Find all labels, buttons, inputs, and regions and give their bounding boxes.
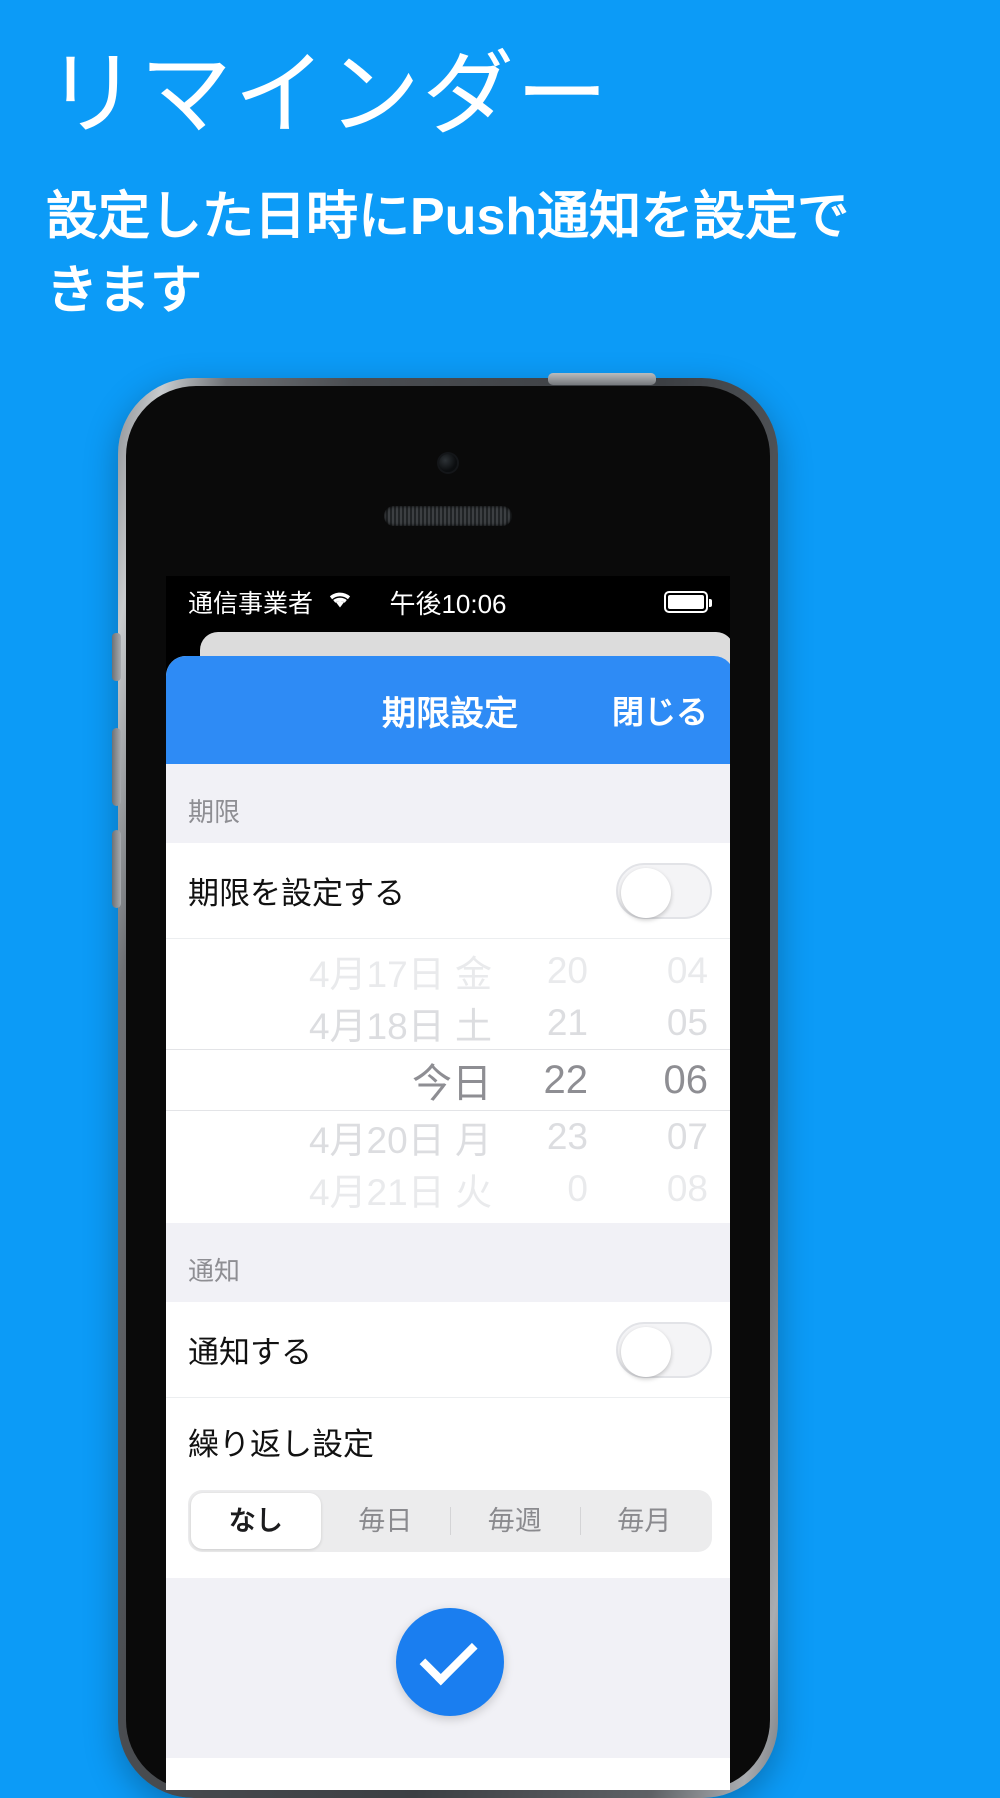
picker-date: 4月20日 月 (308, 1120, 492, 1161)
carrier-label: 通信事業者 (188, 590, 314, 618)
phone-bezel: 通信事業者 午後10:06 期限設定 閉じる 期限 期限を設定する 4月17日 … (126, 386, 770, 1790)
picker-minute: 05 (666, 1002, 708, 1043)
picker-date: 4月21日 火 (308, 1172, 492, 1213)
silent-switch[interactable] (112, 633, 121, 681)
picker-hour: 20 (546, 950, 588, 991)
picker-row[interactable]: 4月17日 金 20 04 (166, 945, 730, 997)
promo-header: リマインダー 設定した日時にPush通知を設定できます (0, 0, 1000, 329)
earpiece-speaker (384, 506, 512, 526)
picker-row[interactable]: 4月20日 月 23 07 (166, 1111, 730, 1163)
toggle-set-deadline[interactable] (616, 862, 712, 919)
deadline-sheet: 期限設定 閉じる 期限 期限を設定する 4月17日 金 20 04 4月18日 … (166, 656, 730, 1790)
check-icon (419, 1627, 478, 1686)
date-time-picker[interactable]: 4月17日 金 20 04 4月18日 土 21 05 今日 22 06 4月2… (166, 939, 730, 1223)
status-bar-left: 通信事業者 (188, 584, 355, 620)
segment-weekly[interactable]: 毎週 (450, 1493, 580, 1549)
toggle-knob (621, 867, 671, 918)
status-bar-right (664, 591, 712, 613)
picker-hour: 22 (543, 1057, 589, 1102)
section-header-deadline: 期限 (166, 764, 730, 843)
picker-minute: 04 (666, 950, 708, 991)
status-bar: 通信事業者 午後10:06 (166, 576, 730, 628)
row-label-notify: 通知する (188, 1335, 312, 1370)
picker-date: 4月17日 金 (308, 954, 492, 995)
segment-none[interactable]: なし (191, 1493, 321, 1549)
section-header-notify: 通知 (166, 1223, 730, 1302)
picker-date: 今日 (412, 1062, 492, 1106)
page-subtitle: 設定した日時にPush通知を設定できます (46, 188, 850, 320)
battery-icon (664, 591, 712, 613)
picker-date: 4月18日 土 (308, 1006, 492, 1047)
close-button[interactable]: 閉じる (612, 687, 708, 733)
picker-minute: 08 (666, 1168, 708, 1209)
segment-daily[interactable]: 毎日 (321, 1493, 451, 1549)
toggle-knob (621, 1326, 671, 1377)
wifi-icon (325, 588, 355, 617)
volume-down-button[interactable] (112, 830, 121, 908)
picker-minute: 07 (666, 1116, 708, 1157)
power-button[interactable] (548, 373, 656, 385)
row-label-repeat: 繰り返し設定 (188, 1426, 374, 1462)
segment-monthly[interactable]: 毎月 (579, 1493, 710, 1549)
phone-mockup: 通信事業者 午後10:06 期限設定 閉じる 期限 期限を設定する 4月17日 … (112, 373, 778, 1798)
picker-row[interactable]: 4月21日 火 0 08 (166, 1163, 730, 1215)
volume-up-button[interactable] (112, 728, 121, 806)
picker-hour: 21 (546, 1002, 588, 1043)
page-title: リマインダー (46, 44, 611, 146)
picker-hour: 0 (567, 1168, 588, 1209)
phone-screen: 通信事業者 午後10:06 期限設定 閉じる 期限 期限を設定する 4月17日 … (166, 576, 730, 1790)
toggle-notify[interactable] (616, 1321, 712, 1378)
sheet-header: 期限設定 閉じる (166, 656, 730, 764)
sheet-footer (166, 1578, 730, 1758)
picker-row[interactable]: 4月18日 土 21 05 (166, 997, 730, 1049)
front-camera-icon (439, 454, 457, 472)
row-set-deadline[interactable]: 期限を設定する (166, 843, 730, 939)
row-repeat: 繰り返し設定 (166, 1398, 730, 1484)
repeat-segmented-control[interactable]: なし 毎日 毎週 毎月 (188, 1490, 712, 1552)
row-notify[interactable]: 通知する (166, 1302, 730, 1398)
picker-row-selected[interactable]: 今日 22 06 (166, 1049, 730, 1111)
repeat-segmented-wrap: なし 毎日 毎週 毎月 (166, 1484, 730, 1578)
row-label-set-deadline: 期限を設定する (188, 876, 405, 911)
picker-minute: 06 (663, 1057, 709, 1102)
confirm-button[interactable] (396, 1608, 504, 1716)
picker-hour: 23 (546, 1116, 588, 1157)
